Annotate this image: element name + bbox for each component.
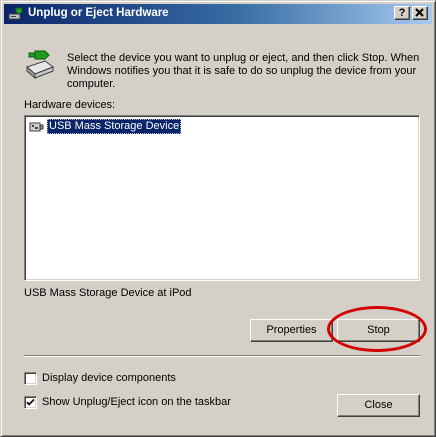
dialog-window: Unplug or Eject Hardware ? Select the de… — [0, 0, 436, 437]
hardware-devices-label: Hardware devices: — [24, 99, 116, 111]
instructions-text: Select the device you want to unplug or … — [67, 52, 420, 90]
close-window-button[interactable] — [412, 6, 428, 20]
selected-device-description: USB Mass Storage Device at iPod — [24, 287, 192, 299]
hardware-eject-icon — [8, 6, 24, 22]
checkmark-icon — [26, 398, 35, 406]
close-button[interactable]: Close — [337, 394, 420, 417]
unplug-device-icon — [23, 47, 57, 81]
list-item-label: USB Mass Storage Device — [47, 119, 182, 134]
properties-button[interactable]: Properties — [250, 319, 333, 342]
stop-button[interactable]: Stop — [337, 319, 420, 342]
show-icon-checkbox[interactable] — [24, 396, 37, 409]
display-components-label: Display device components — [42, 372, 176, 384]
window-title: Unplug or Eject Hardware — [28, 7, 169, 19]
show-icon-label: Show Unplug/Eject icon on the taskbar — [42, 396, 231, 408]
usb-device-icon — [28, 119, 44, 135]
hardware-devices-list[interactable]: USB Mass Storage Device — [24, 115, 420, 281]
help-button[interactable]: ? — [394, 6, 410, 20]
close-icon — [415, 8, 424, 17]
title-bar[interactable]: Unplug or Eject Hardware ? — [4, 4, 432, 24]
divider — [24, 355, 420, 357]
display-components-checkbox[interactable] — [24, 372, 37, 385]
